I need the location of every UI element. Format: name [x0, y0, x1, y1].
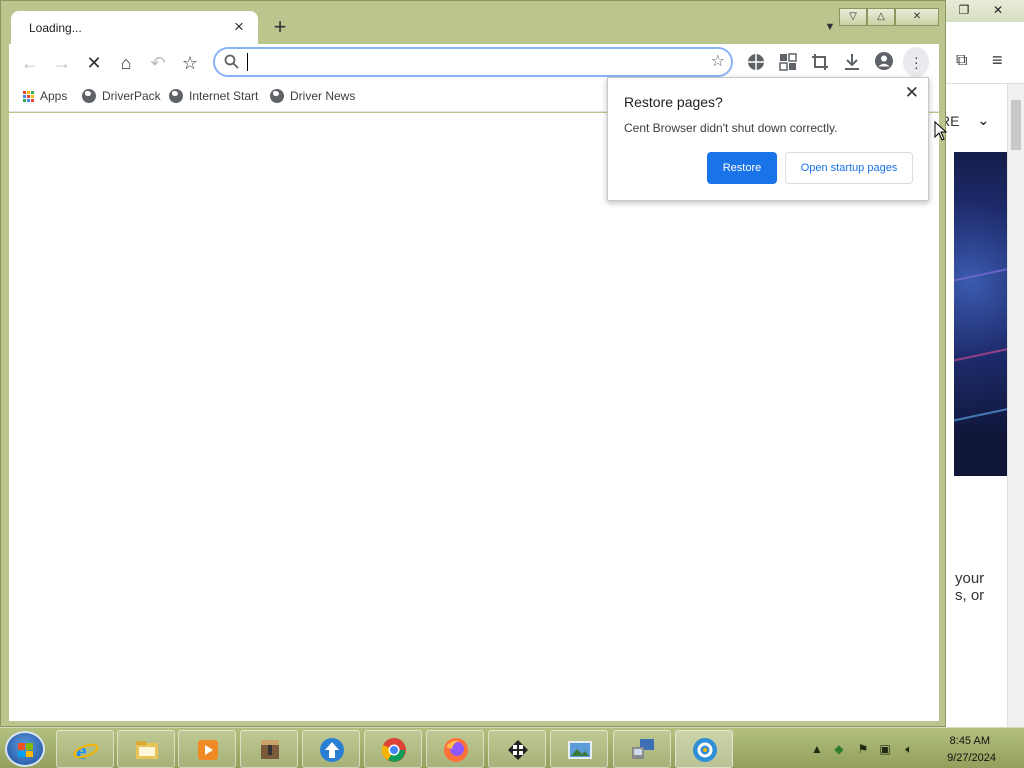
back-icon[interactable]: ← [17, 50, 43, 76]
mouse-cursor-icon [934, 121, 948, 141]
restore-pages-dialog: Restore pages? ✕ Cent Browser didn't shu… [607, 77, 929, 201]
dialog-message: Cent Browser didn't shut down correctly. [624, 121, 838, 135]
taskbar: e ▲ ◆ ⚑ ▣ 🔈︎ 8:45 AM 9/27/2024 [0, 727, 1024, 768]
network-status-icon[interactable]: ▣ [878, 742, 892, 756]
globe-icon [82, 89, 96, 103]
search-icon [224, 54, 239, 69]
stop-loading-icon[interactable]: ✕ [81, 50, 107, 76]
page-content-area[interactable] [9, 113, 939, 721]
apps-grid-icon [23, 90, 34, 102]
chrome-icon [381, 738, 406, 762]
taskbar-file-explorer[interactable] [117, 730, 175, 768]
main-menu-button[interactable]: · · · [903, 47, 929, 77]
start-button[interactable] [5, 731, 45, 767]
address-input[interactable] [249, 52, 689, 72]
bookmark-internet-start[interactable]: Internet Start [169, 87, 258, 105]
background-text-line: s, or [955, 587, 985, 604]
background-hero-image [954, 152, 1007, 476]
home-icon[interactable]: ⌂ [113, 50, 139, 76]
background-titlebar: ❐ ✕ [940, 0, 1024, 22]
flag-icon[interactable]: ⚑ [856, 742, 870, 756]
firefox-icon [444, 738, 468, 762]
bookmark-driver-news[interactable]: Driver News [270, 87, 355, 105]
taskbar-media-player[interactable] [178, 730, 236, 768]
background-body-text: your s, or [955, 570, 984, 604]
bookmark-label: Apps [40, 89, 68, 103]
undo-close-tab-icon[interactable]: ↶ [145, 50, 171, 76]
bookmark-driverpack[interactable]: DriverPack [82, 87, 161, 105]
tab-search-dropdown-icon[interactable]: ▼ [823, 21, 837, 35]
tab-close-icon[interactable]: × [228, 16, 250, 38]
taskbar-firefox[interactable] [426, 730, 484, 768]
antivirus-icon[interactable]: ◆ [832, 742, 846, 756]
background-text-line: your [955, 570, 985, 587]
close-window-icon[interactable]: ✕ [984, 2, 1012, 18]
tiles-icon[interactable] [779, 53, 797, 71]
background-browser-window: ❐ ✕ ⧉ ≡ RE ⌄ your s, or [940, 0, 1024, 727]
extension-grid-icon[interactable] [746, 52, 766, 72]
internet-explorer-icon: e [73, 739, 99, 763]
minimize-window-button[interactable]: ▽ [839, 8, 867, 26]
windows-logo-icon [18, 743, 33, 757]
tab-title: Loading... [29, 21, 82, 35]
scrollbar-thumb[interactable] [1011, 100, 1021, 150]
bookmark-label: DriverPack [102, 89, 161, 103]
taskbar-upload[interactable] [302, 730, 360, 768]
omnibox[interactable]: ☆ [213, 47, 733, 77]
network-icon [632, 739, 654, 759]
media-player-icon [198, 740, 218, 760]
clock-date[interactable]: 9/27/2024 [947, 752, 996, 764]
bookmark-label: Internet Start [189, 89, 259, 103]
close-window-button[interactable]: ✕ [895, 8, 939, 26]
forward-icon[interactable]: → [49, 50, 75, 76]
restore-button[interactable]: Restore [707, 152, 777, 184]
dialog-title: Restore pages? [624, 94, 723, 110]
clock-time[interactable]: 8:45 AM [950, 735, 990, 747]
taskbar-cent-browser[interactable] [675, 730, 733, 768]
chevron-down-icon: ⌄ [977, 112, 990, 128]
bookmark-label: Driver News [290, 89, 356, 103]
taskbar-archive[interactable] [240, 730, 298, 768]
crop-screenshot-icon[interactable] [811, 53, 829, 71]
text-caret [247, 53, 248, 71]
bookmark-apps[interactable]: Apps [23, 87, 67, 105]
close-icon[interactable]: ✕ [905, 83, 919, 103]
browser-toolbar: ← → ✕ ⌂ ↶ ☆ ☆ · · · [9, 44, 939, 80]
new-tab-button[interactable]: + [267, 15, 293, 41]
upload-icon [320, 738, 344, 762]
restore-window-icon[interactable]: ❐ [950, 2, 978, 18]
globe-icon [270, 89, 284, 103]
system-tray: ▲ ◆ ⚑ ▣ 🔈︎ 8:45 AM 9/27/2024 [804, 728, 1024, 768]
archive-icon [261, 740, 279, 759]
maximize-window-button[interactable]: △ [867, 8, 895, 26]
tab-loading[interactable]: Loading... × [11, 11, 258, 45]
taskbar-network[interactable] [613, 730, 671, 768]
terminal-icon [508, 740, 528, 760]
globe-icon [169, 89, 183, 103]
extensions-icon[interactable]: ⧉ [956, 52, 967, 70]
menu-icon[interactable]: ≡ [992, 50, 1003, 71]
file-explorer-icon [136, 741, 158, 759]
tab-strip: Loading... × + ▼ ▽ △ ✕ [7, 5, 941, 45]
photo-viewer-icon [568, 741, 592, 759]
taskbar-terminal[interactable] [488, 730, 546, 768]
bookmark-manager-icon[interactable]: ☆ [177, 50, 203, 76]
open-startup-pages-button[interactable]: Open startup pages [785, 152, 913, 184]
bookmark-star-icon[interactable]: ☆ [711, 51, 725, 71]
background-toolbar: ⧉ ≡ [940, 40, 1024, 84]
download-icon[interactable] [843, 53, 861, 71]
volume-muted-icon[interactable]: 🔈︎ [902, 742, 916, 756]
taskbar-internet-explorer[interactable]: e [56, 730, 114, 768]
background-scrollbar[interactable] [1007, 84, 1024, 727]
three-dots-icon: · · · [914, 49, 919, 75]
taskbar-photo-viewer[interactable] [550, 730, 608, 768]
profile-avatar-icon[interactable] [874, 51, 894, 71]
show-hidden-icons[interactable]: ▲ [810, 742, 824, 756]
taskbar-chrome[interactable] [364, 730, 422, 768]
cent-browser-icon [693, 738, 717, 762]
